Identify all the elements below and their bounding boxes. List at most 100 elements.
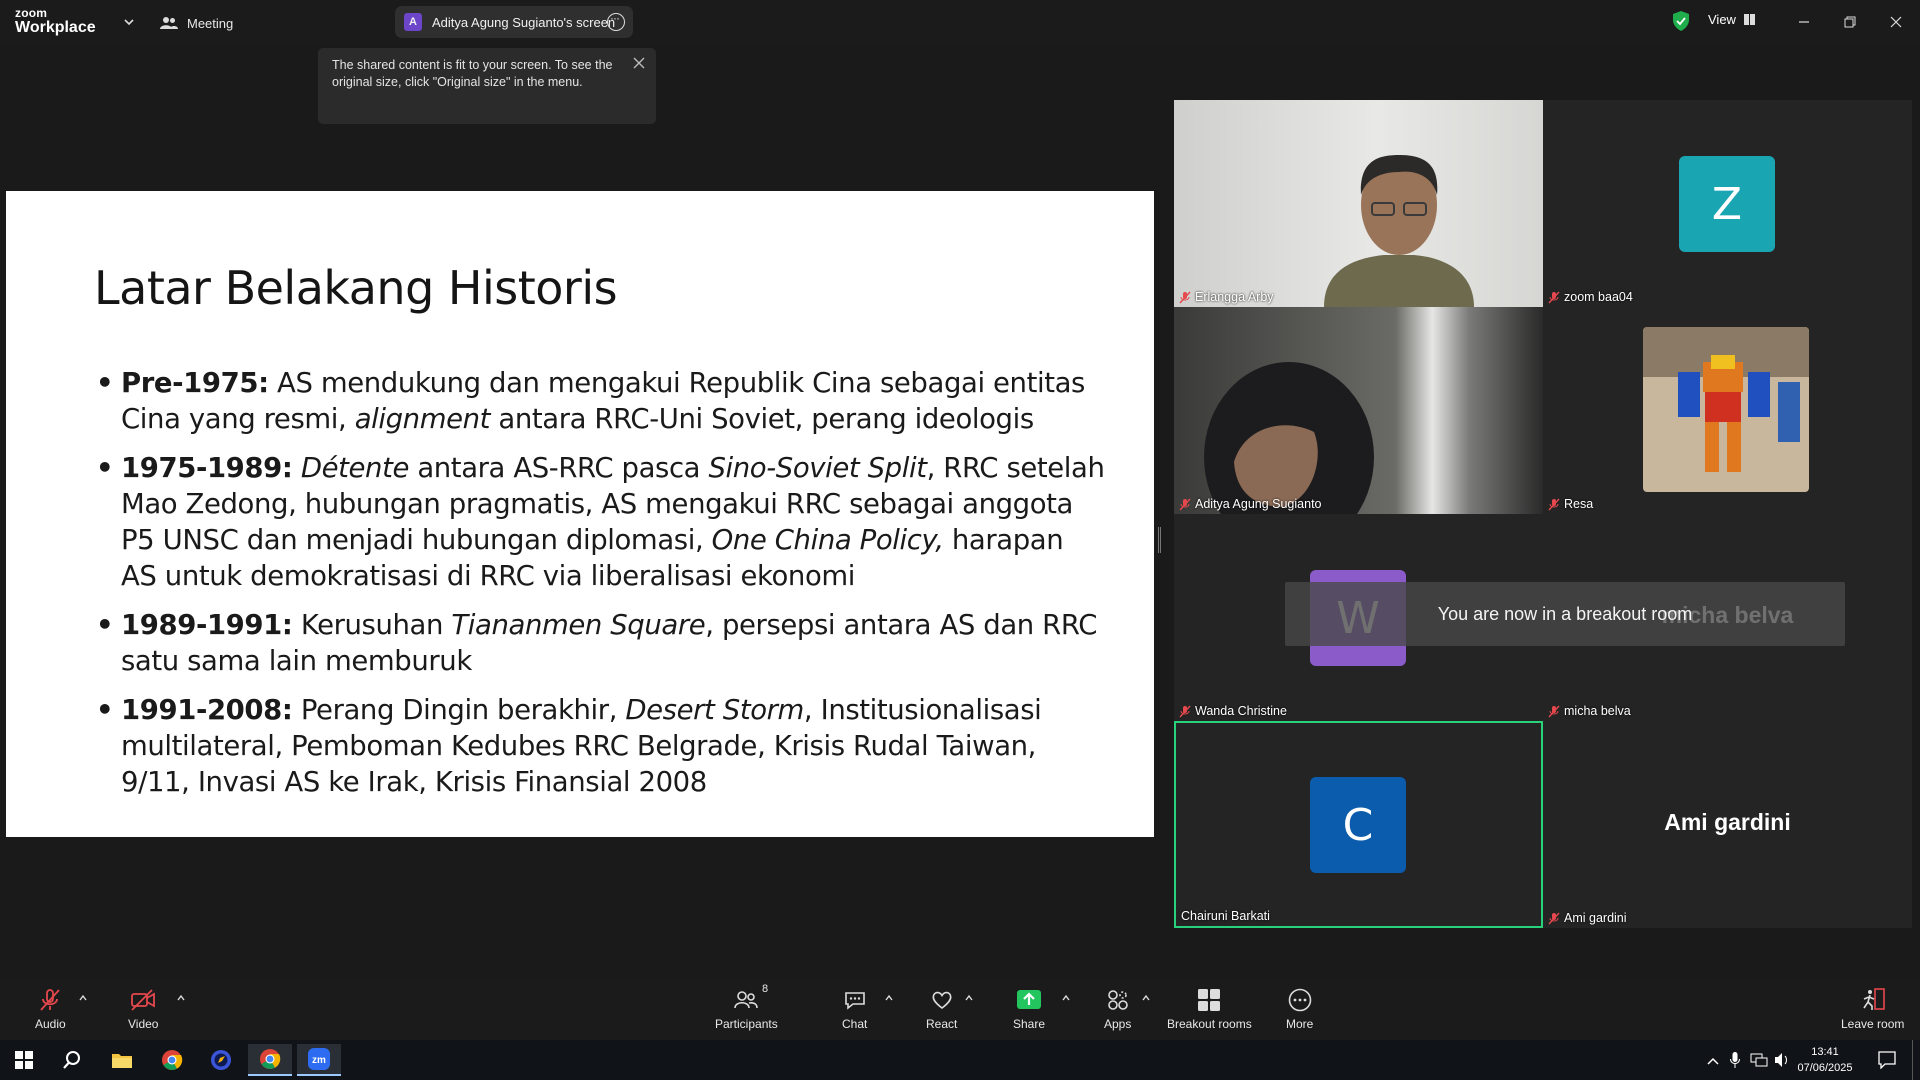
chevron-up-icon[interactable] <box>1707 1056 1719 1066</box>
view-button[interactable]: View <box>1708 12 1755 27</box>
breakout-rooms-icon <box>1198 989 1221 1011</box>
windows-taskbar: zm 13:41 07/06/2025 <box>0 1040 1920 1080</box>
caret-up-icon[interactable] <box>884 993 894 1003</box>
video-button[interactable]: Video <box>128 988 158 1031</box>
show-desktop-strip[interactable] <box>1912 1040 1913 1080</box>
leave-room-label: Leave room <box>1841 1017 1905 1031</box>
notifications-icon[interactable] <box>1878 1051 1896 1069</box>
apps-label: Apps <box>1104 1017 1132 1031</box>
share-button[interactable]: Share <box>1013 988 1045 1031</box>
bullet-1975-1989: 1975-1989: Détente antara AS-RRC pasca S… <box>96 450 1106 594</box>
participant-name: Aditya Agung Sugianto <box>1179 497 1322 511</box>
muted-mic-icon <box>1179 291 1191 303</box>
participant-tile[interactable]: Erlangga Arby <box>1174 100 1543 307</box>
breakout-rooms-label: Breakout rooms <box>1167 1017 1252 1031</box>
fit-to-screen-tooltip: The shared content is fit to your screen… <box>318 48 656 124</box>
participant-tile[interactable]: Aditya Agung Sugianto <box>1174 307 1543 514</box>
participant-name: micha belva <box>1548 704 1631 718</box>
participant-tile-active-speaker[interactable]: C Chairuni Barkati <box>1174 721 1543 928</box>
participants-count-badge: 8 <box>762 983 769 995</box>
logo-line2: Workplace <box>15 19 96 36</box>
muted-mic-icon <box>1548 912 1560 924</box>
audio-button[interactable]: Audio <box>35 988 66 1031</box>
participant-video <box>1174 307 1543 514</box>
breakout-rooms-button[interactable]: Breakout rooms <box>1167 988 1252 1031</box>
chat-button[interactable]: Chat <box>842 988 867 1031</box>
muted-mic-icon <box>1548 705 1560 717</box>
search-icon <box>63 1051 80 1069</box>
screen-share-indicator[interactable]: A Aditya Agung Sugianto's screen <box>395 6 633 38</box>
chat-label: Chat <box>842 1017 868 1031</box>
restore-button[interactable] <box>1838 10 1862 34</box>
more-button[interactable]: More <box>1286 988 1313 1031</box>
breakout-room-toast: You are now in a breakout room <box>1285 582 1845 646</box>
search-button[interactable] <box>50 1044 94 1076</box>
participant-name: Erlangga Arby <box>1179 290 1274 304</box>
bullet-1991-2008: 1991-2008: Perang Dingin berakhir, Deser… <box>96 692 1106 800</box>
caret-up-icon[interactable] <box>78 993 88 1003</box>
grid-view-icon <box>1743 14 1755 25</box>
clock-time: 13:41 <box>1811 1046 1839 1058</box>
caret-up-icon[interactable] <box>176 993 186 1003</box>
participant-name: Wanda Christine <box>1179 704 1287 718</box>
logo-line1: zoom <box>15 6 48 20</box>
react-label: React <box>926 1017 958 1031</box>
meeting-menu-button[interactable]: Meeting <box>160 12 233 34</box>
muted-mic-icon <box>1548 498 1560 510</box>
participants-button[interactable]: Participants <box>715 988 778 1031</box>
video-label: Video <box>128 1017 159 1031</box>
folder-icon <box>112 1054 132 1068</box>
caret-up-icon[interactable] <box>1061 993 1071 1003</box>
participant-name: Ami gardini <box>1548 911 1627 925</box>
participant-name: Resa <box>1548 497 1593 511</box>
participant-video <box>1174 100 1543 307</box>
caret-up-icon[interactable] <box>1141 993 1151 1003</box>
apps-icon <box>1107 990 1128 1010</box>
network-icon[interactable] <box>1750 1053 1768 1067</box>
speaker-icon[interactable] <box>1774 1052 1790 1068</box>
participant-tile[interactable]: Ami gardini Ami gardini <box>1543 721 1912 928</box>
muted-mic-icon <box>1179 498 1191 510</box>
chevron-down-icon[interactable] <box>122 15 136 29</box>
muted-mic-icon <box>1179 705 1191 717</box>
apps-button[interactable]: Apps <box>1104 988 1131 1031</box>
share-label: Share <box>1013 1017 1046 1031</box>
share-screen-icon <box>1017 990 1042 1009</box>
chrome-icon <box>260 1049 281 1069</box>
close-window-button[interactable] <box>1884 10 1908 34</box>
chrome-button[interactable] <box>150 1044 194 1076</box>
participant-tile[interactable]: Resa <box>1543 307 1912 514</box>
microphone-icon[interactable] <box>1730 1052 1740 1068</box>
app-button[interactable] <box>199 1044 243 1076</box>
more-label: More <box>1286 1017 1314 1031</box>
participant-profile-picture <box>1643 327 1809 492</box>
heart-icon <box>932 991 952 1010</box>
windows-start-button[interactable] <box>2 1044 46 1076</box>
clock-date: 07/06/2025 <box>1797 1062 1853 1074</box>
zoom-taskbar-button[interactable]: zm <box>297 1044 341 1076</box>
system-clock[interactable]: 13:41 07/06/2025 <box>1790 1044 1860 1076</box>
participants-icon <box>734 991 759 1009</box>
top-bar: zoom Workplace Meeting A Aditya Agung Su… <box>0 0 1920 44</box>
caret-up-icon[interactable] <box>964 993 974 1003</box>
sharer-avatar: A <box>404 13 422 31</box>
leave-room-icon <box>1863 988 1885 1010</box>
more-options-icon[interactable] <box>607 11 625 31</box>
leave-room-button[interactable]: Leave room <box>1841 988 1904 1031</box>
windows-logo-icon <box>15 1051 33 1069</box>
video-gallery: Erlangga Arby Z zoom baa04 Aditya Agung … <box>1174 100 1912 928</box>
participant-tile[interactable]: Z zoom baa04 <box>1543 100 1912 307</box>
file-explorer-button[interactable] <box>100 1044 144 1076</box>
chat-icon <box>844 992 865 1010</box>
zoom-workplace-logo: zoom Workplace <box>15 7 96 36</box>
audio-label: Audio <box>35 1017 66 1031</box>
minimize-icon <box>1799 21 1809 23</box>
slide-title: Latar Belakang Historis <box>94 261 618 315</box>
shield-check-icon[interactable] <box>1672 11 1690 31</box>
react-button[interactable]: React <box>926 988 957 1031</box>
chrome-profile-button[interactable] <box>248 1044 292 1076</box>
close-tooltip-icon[interactable] <box>632 56 646 70</box>
minimize-button[interactable] <box>1792 10 1816 34</box>
resize-handle[interactable] <box>1158 527 1161 553</box>
participant-avatar: Z <box>1679 156 1775 252</box>
